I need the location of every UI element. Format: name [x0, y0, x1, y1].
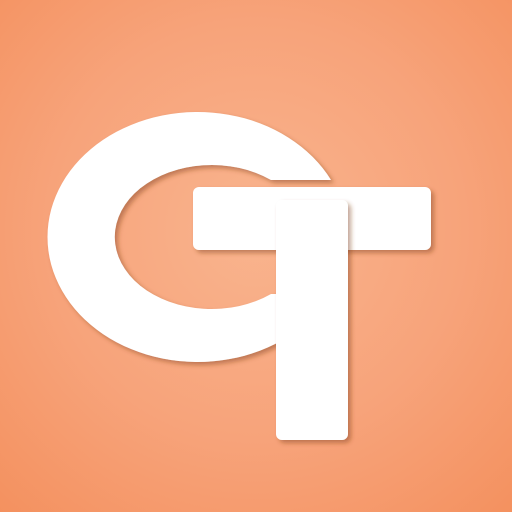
app-icon	[0, 0, 512, 512]
ct-logo-icon	[47, 112, 431, 440]
t-stem-shape	[276, 200, 348, 440]
